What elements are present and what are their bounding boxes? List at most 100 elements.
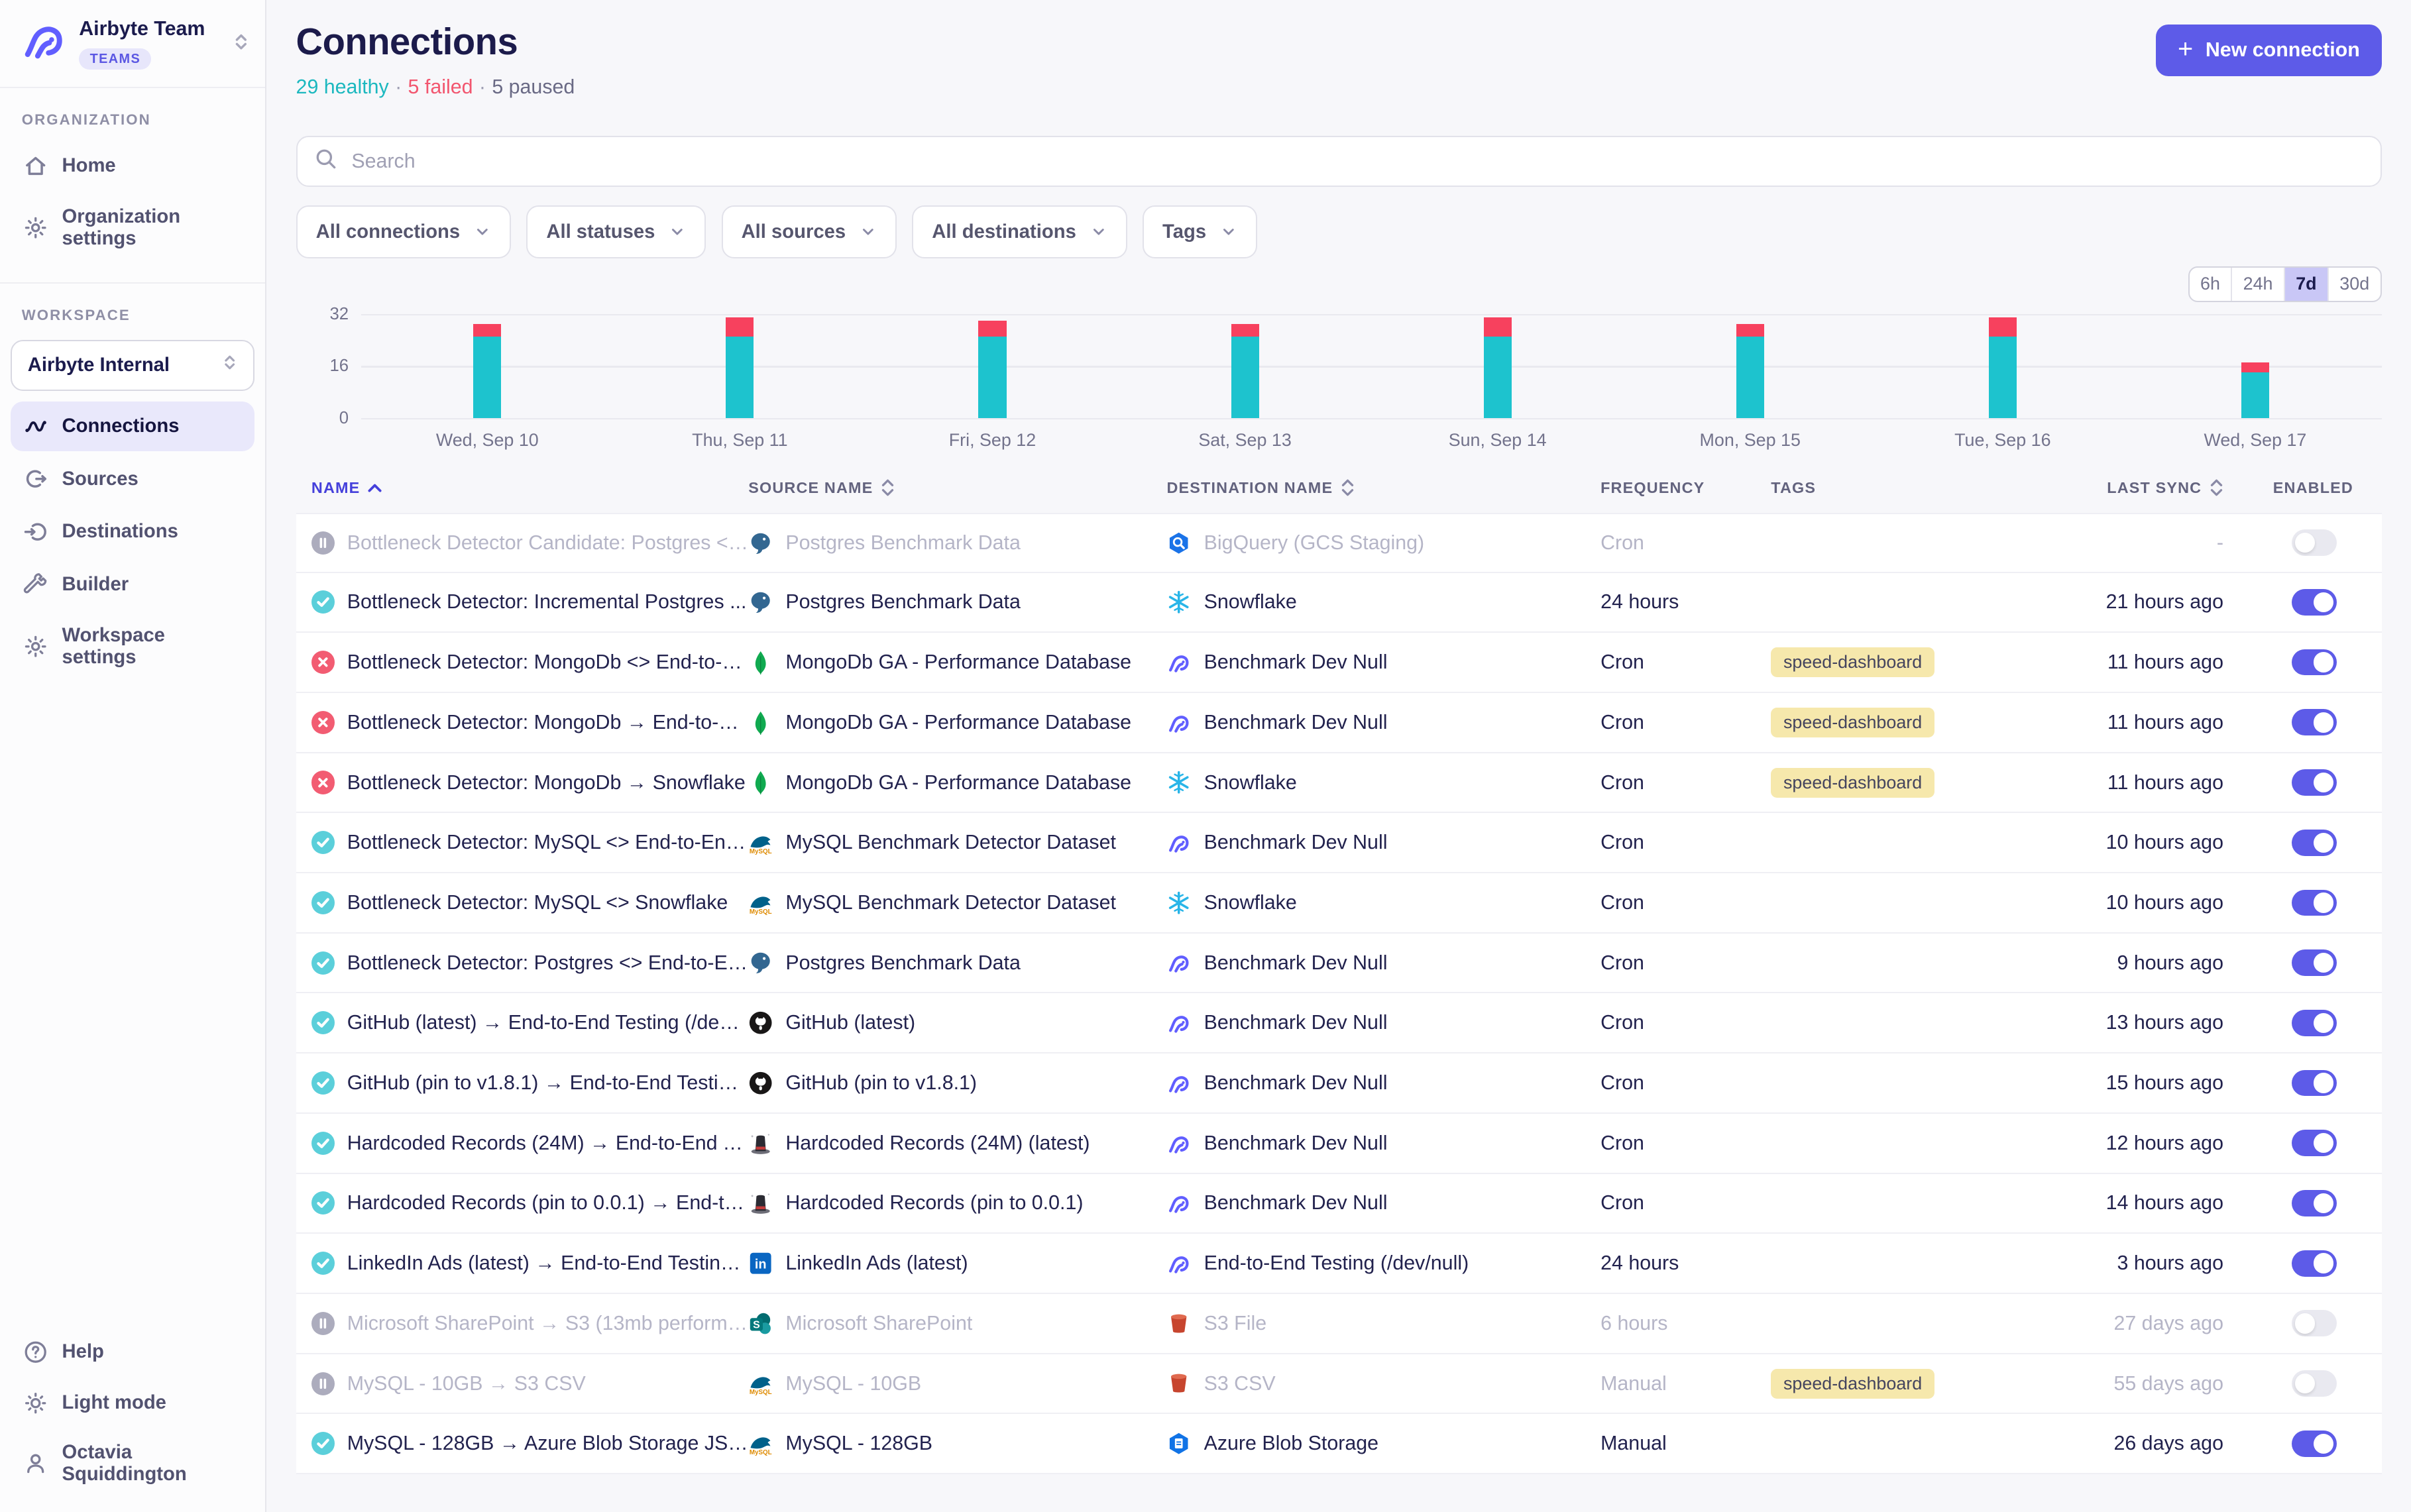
tags-cell: speed-dashboard [1771,647,2065,677]
sun-icon [23,1391,48,1415]
connection-name: Bottleneck Detector Candidate: Postgres … [347,531,749,555]
table-row[interactable]: GitHub (pin to v1.8.1) → End-to-End Test… [296,1053,2382,1114]
enabled-toggle[interactable] [2292,1070,2337,1097]
status-failed-icon [311,651,335,674]
chart-x-label: Fri, Sep 12 [866,430,1119,451]
connection-name: Bottleneck Detector: Postgres <> End-to-… [347,951,749,975]
table-row[interactable]: Hardcoded Records (24M) → End-to-End Te.… [296,1114,2382,1174]
enabled-toggle[interactable] [2292,709,2337,735]
enabled-toggle[interactable] [2292,949,2337,976]
table-row[interactable]: Hardcoded Records (pin to 0.0.1) → End-t… [296,1174,2382,1234]
table-row[interactable]: Bottleneck Detector: MySQL <> SnowflakeM… [296,873,2382,934]
enabled-toggle[interactable] [2292,1250,2337,1277]
bar-success-segment [726,337,754,417]
workspace-selector[interactable]: Airbyte Internal [11,340,254,391]
workspace-switcher[interactable]: Airbyte Team TEAMS [0,0,265,88]
enabled-toggle[interactable] [2292,1130,2337,1156]
tag-chip[interactable]: speed-dashboard [1771,708,1934,737]
frequency-cell: Cron [1600,1191,1771,1215]
enabled-toggle[interactable] [2292,1370,2337,1397]
table-row[interactable]: Bottleneck Detector: MongoDb → End-to-En… [296,693,2382,753]
chart-bar[interactable] [1484,317,1512,418]
mysql-icon: MySQL [748,891,773,915]
status-success-icon [311,891,335,914]
column-header-name[interactable]: NAME [296,473,749,513]
filter-all-statuses[interactable]: All statuses [526,205,706,258]
filter-tags[interactable]: Tags [1143,205,1257,258]
chart-bar[interactable] [1231,324,1259,418]
chart-bar[interactable] [2241,362,2269,417]
chart-bar[interactable] [726,317,754,418]
sidebar-item-label: Destinations [62,521,178,543]
tag-chip[interactable]: speed-dashboard [1771,647,1934,677]
enabled-toggle[interactable] [2292,1310,2337,1336]
status-paused-icon [311,1312,335,1335]
table-row[interactable]: Bottleneck Detector Candidate: Postgres … [296,513,2382,573]
table-row[interactable]: Bottleneck Detector: Postgres <> End-to-… [296,934,2382,994]
frequency-cell: 6 hours [1600,1312,1771,1335]
table-row[interactable]: GitHub (latest) → End-to-End Testing (/d… [296,993,2382,1053]
tag-chip[interactable]: speed-dashboard [1771,768,1934,798]
last-sync-cell: 14 hours ago [2066,1191,2273,1215]
sidebar-item-help[interactable]: Help [11,1327,254,1377]
column-header-destination-name[interactable]: DESTINATION NAME [1166,472,1600,513]
bar-failed-segment [978,321,1006,337]
table-row[interactable]: Bottleneck Detector: Incremental Postgre… [296,573,2382,633]
sidebar-item-home[interactable]: Home [11,141,254,191]
enabled-toggle[interactable] [2292,830,2337,856]
chart-y-tick: 32 [296,305,349,324]
sidebar-item-light-mode[interactable]: Light mode [11,1378,254,1428]
tag-chip[interactable]: speed-dashboard [1771,1369,1934,1399]
enabled-toggle[interactable] [2292,589,2337,616]
chart-bar[interactable] [978,321,1006,418]
table-row[interactable]: MySQL - 128GB → Azure Blob Storage JSOn … [296,1414,2382,1474]
new-connection-button[interactable]: + New connection [2156,25,2381,76]
connection-name: Bottleneck Detector: MySQL <> End-to-End… [347,831,749,854]
failed-count[interactable]: 5 failed [408,76,473,98]
healthy-count[interactable]: 29 healthy [296,76,389,98]
column-header-source-name[interactable]: SOURCE NAME [748,472,1166,513]
chart-bar[interactable] [1736,324,1764,418]
frequency-cell: Cron [1600,651,1771,674]
airbyte-icon [1166,1010,1191,1035]
enabled-toggle[interactable] [2292,649,2337,676]
enabled-toggle[interactable] [2292,1010,2337,1036]
table-row[interactable]: Bottleneck Detector: MongoDb <> End-to-E… [296,633,2382,693]
sidebar-item-label: Organization settings [62,206,243,250]
source-name: MongoDb GA - Performance Database [785,651,1131,674]
connection-name: Bottleneck Detector: MongoDb → Snowflake [347,771,746,794]
source-name: MySQL Benchmark Detector Dataset [785,891,1116,914]
sidebar-item-destinations[interactable]: Destinations [11,507,254,557]
enabled-toggle[interactable] [2292,1431,2337,1457]
teams-badge: TEAMS [79,48,151,70]
sidebar-item-builder[interactable]: Builder [11,560,254,610]
svg-text:MySQL: MySQL [750,1389,772,1395]
help-icon [23,1340,48,1364]
table-row[interactable]: Bottleneck Detector: MySQL <> End-to-End… [296,813,2382,873]
table-row[interactable]: MySQL - 10GB → S3 CSVMySQLMySQL - 10GBS3… [296,1354,2382,1415]
chart-bar[interactable] [473,324,501,418]
filter-all-sources[interactable]: All sources [722,205,897,258]
sidebar-item-user[interactable]: Octavia Squiddington [11,1429,254,1497]
search-input[interactable] [351,150,2363,173]
sidebar-item-organization-settings[interactable]: Organization settings [11,193,254,262]
enabled-toggle[interactable] [2292,769,2337,796]
sidebar-item-sources[interactable]: Sources [11,455,254,504]
chart-bar[interactable] [1989,317,2017,418]
enabled-toggle[interactable] [2292,890,2337,916]
sidebar-item-workspace-settings[interactable]: Workspace settings [11,612,254,680]
table-row[interactable]: Microsoft SharePoint → S3 (13mb performa… [296,1294,2382,1354]
sidebar-item-label: Help [62,1341,104,1363]
enabled-toggle[interactable] [2292,1190,2337,1216]
column-header-last-sync[interactable]: LAST SYNC [2066,472,2273,513]
table-row[interactable]: LinkedIn Ads (latest) → End-to-End Testi… [296,1234,2382,1294]
enabled-toggle[interactable] [2292,529,2337,556]
airbyte-logo-icon [20,17,66,70]
filter-all-connections[interactable]: All connections [296,205,511,258]
table-row[interactable]: Bottleneck Detector: MongoDb → Snowflake… [296,753,2382,814]
sidebar-item-connections[interactable]: Connections [11,402,254,451]
filter-all-destinations[interactable]: All destinations [912,205,1127,258]
paused-count: 5 paused [492,76,575,98]
source-name: LinkedIn Ads (latest) [785,1252,968,1275]
column-label: ENABLED [2273,479,2353,497]
